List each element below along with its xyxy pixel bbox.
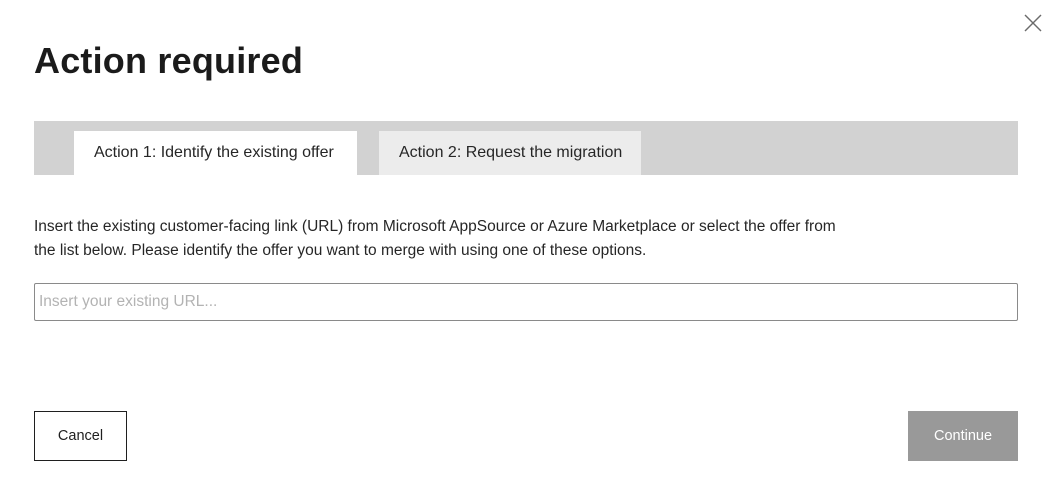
close-icon bbox=[1024, 14, 1042, 32]
tab-action-1[interactable]: Action 1: Identify the existing offer bbox=[74, 131, 357, 175]
action-tab-strip: Action 1: Identify the existing offer Ac… bbox=[34, 121, 1018, 175]
cancel-button[interactable]: Cancel bbox=[34, 411, 127, 461]
dialog-title: Action required bbox=[34, 40, 304, 81]
existing-url-input[interactable] bbox=[34, 283, 1018, 321]
close-button[interactable] bbox=[1022, 12, 1044, 34]
instructions-text: Insert the existing customer-facing link… bbox=[34, 218, 836, 259]
tab-action-2[interactable]: Action 2: Request the migration bbox=[379, 131, 641, 175]
action-required-dialog: Action required Action 1: Identify the e… bbox=[0, 0, 1053, 487]
continue-button[interactable]: Continue bbox=[908, 411, 1018, 461]
